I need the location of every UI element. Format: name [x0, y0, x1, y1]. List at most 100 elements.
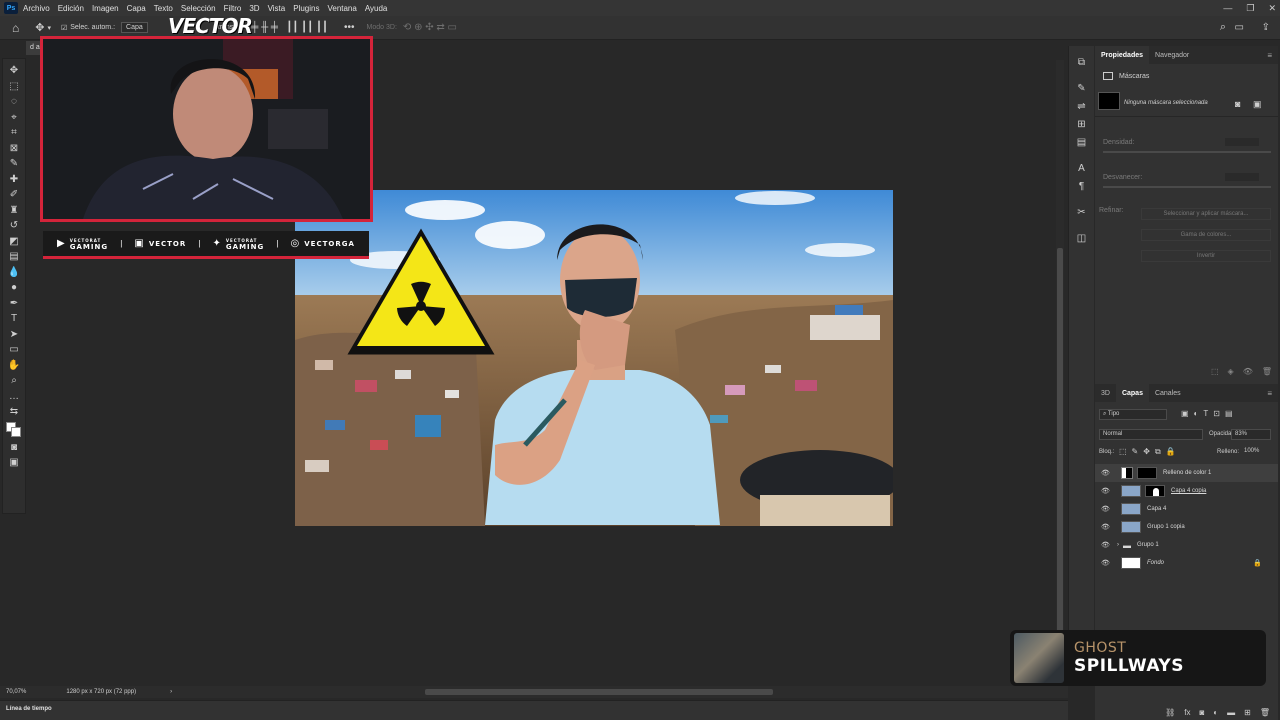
visibility-icon[interactable]: 👁 [1243, 367, 1253, 376]
brush-settings-icon[interactable]: ✎ [1074, 80, 1090, 96]
marquee-tool-icon[interactable]: ⬚ [6, 79, 22, 95]
opacity-input[interactable]: 83% [1231, 429, 1271, 440]
hand-tool-icon[interactable]: ✋ [6, 358, 22, 374]
density-input[interactable] [1225, 138, 1259, 146]
layer-row[interactable]: 👁 Grupo 1 copia [1095, 518, 1278, 536]
menu-imagen[interactable]: Imagen [92, 4, 119, 13]
adjustment-layer-icon[interactable]: ◐ [1213, 708, 1218, 717]
menu-vista[interactable]: Vista [268, 4, 286, 13]
paragraph-panel-icon[interactable]: ¶ [1074, 178, 1090, 194]
blend-mode-dropdown[interactable]: Normal [1099, 429, 1203, 440]
eye-icon[interactable]: 👁 [1101, 505, 1111, 513]
feather-input[interactable] [1225, 173, 1259, 181]
frame-tool-icon[interactable]: ⊠ [6, 141, 22, 157]
menu-ayuda[interactable]: Ayuda [365, 4, 388, 13]
more-options-icon[interactable]: ••• [344, 22, 355, 33]
dodge-tool-icon[interactable]: ● [6, 280, 22, 296]
menu-filtro[interactable]: Filtro [224, 4, 242, 13]
eye-icon[interactable]: 👁 [1101, 559, 1111, 567]
menu-archivo[interactable]: Archivo [23, 4, 50, 13]
tab-capas[interactable]: Capas [1115, 384, 1149, 402]
adjustments-icon[interactable]: ⇌ [1074, 98, 1090, 114]
blur-tool-icon[interactable]: 💧 [6, 265, 22, 281]
menu-capa[interactable]: Capa [127, 4, 146, 13]
auto-select-target-dropdown[interactable]: Capa [121, 22, 148, 33]
color-range-button[interactable]: Gama de colores... [1141, 229, 1271, 241]
horizontal-scrollbar[interactable] [425, 689, 773, 695]
panel-menu-icon[interactable]: ≡ [1267, 51, 1278, 60]
pen-tool-icon[interactable]: ✒ [6, 296, 22, 312]
document-image[interactable] [295, 190, 893, 526]
character-panel-icon[interactable]: A [1074, 160, 1090, 176]
feather-slider[interactable] [1103, 186, 1271, 188]
apply-mask-icon[interactable]: ◈ [1228, 367, 1234, 376]
tab-canales[interactable]: Canales [1149, 384, 1187, 402]
menu-seleccion[interactable]: Selección [181, 4, 216, 13]
mask-thumbnail[interactable] [1098, 92, 1120, 110]
clone-source-icon[interactable]: ⊞ [1074, 116, 1090, 132]
path-select-tool-icon[interactable]: ➤ [6, 327, 22, 343]
history-brush-icon[interactable]: ↺ [6, 218, 22, 234]
layer-filter-dropdown[interactable]: ⌕ Tipo [1099, 409, 1167, 420]
vertical-scroll-thumb[interactable] [1057, 248, 1063, 682]
shape-tool-icon[interactable]: ▭ [6, 342, 22, 358]
timeline-label[interactable]: Línea de tiempo [6, 706, 52, 712]
layer-row[interactable]: 👁 Fondo 🔒 [1095, 554, 1278, 572]
load-selection-icon[interactable]: ⬚ [1211, 367, 1219, 376]
healing-brush-icon[interactable]: ✚ [6, 172, 22, 188]
fx-icon[interactable]: fx [1184, 708, 1190, 717]
vector-mask-icon[interactable]: ▣ [1253, 99, 1262, 110]
pixel-mask-icon[interactable]: ◙ [1235, 99, 1240, 109]
layer-row[interactable]: 👁 Relleno de color 1 [1095, 464, 1278, 482]
eraser-tool-icon[interactable]: ◩ [6, 234, 22, 250]
menu-ventana[interactable]: Ventana [327, 4, 356, 13]
tools-panel-icon[interactable]: ✂ [1074, 204, 1090, 220]
trash-icon[interactable]: 🗑 [1260, 708, 1270, 717]
quick-mask-icon[interactable]: ◙ [6, 440, 22, 456]
3d-tools-icons[interactable]: ⟲ ⊕ ✣ ⇄ ▭ [403, 22, 457, 33]
crop-tool-icon[interactable]: ⌗ [6, 125, 22, 141]
fill-input[interactable]: 100% [1241, 447, 1271, 458]
eye-icon[interactable]: 👁 [1101, 523, 1111, 531]
history-panel-icon[interactable]: ⧉ [1074, 54, 1090, 70]
screen-mode-icon[interactable]: ▣ [6, 455, 22, 471]
stamp-tool-icon[interactable]: ♜ [6, 203, 22, 219]
gradient-tool-icon[interactable]: ▤ [6, 249, 22, 265]
share-icon[interactable]: ⇪ [1262, 22, 1270, 33]
add-mask-icon[interactable]: ◙ [1199, 708, 1204, 717]
invert-button[interactable]: Invertir [1141, 250, 1271, 262]
layer-row[interactable]: 👁 Capa 4 [1095, 500, 1278, 518]
eyedropper-tool-icon[interactable]: ✎ [6, 156, 22, 172]
brush-tool-icon[interactable]: ✐ [6, 187, 22, 203]
zoom-tool-icon[interactable]: ⌕ [6, 373, 22, 389]
quick-select-tool-icon[interactable]: ⌖ [6, 110, 22, 126]
layer-filter-icons[interactable]: ▣◐T⊡▤ [1181, 409, 1238, 418]
eye-icon[interactable]: 👁 [1101, 469, 1111, 477]
tab-3d[interactable]: 3D [1095, 384, 1116, 402]
density-slider[interactable] [1103, 151, 1271, 153]
align-icons[interactable]: ╪ ╫ ╪ ┃┃ ┃┃ ┃┃ [251, 22, 328, 33]
trash-icon[interactable]: 🗑 [1262, 367, 1272, 376]
move-tool-icon[interactable]: ✥ [35, 21, 44, 34]
menu-3d[interactable]: 3D [249, 4, 259, 13]
panel-menu-icon[interactable]: ≡ [1267, 389, 1278, 398]
eye-icon[interactable]: 👁 [1101, 487, 1111, 495]
more-tools-icon[interactable]: … [6, 389, 22, 405]
eye-icon[interactable]: 👁 [1101, 541, 1111, 549]
tab-navegador[interactable]: Navegador [1149, 46, 1195, 64]
search-icon[interactable]: ⌕ [1220, 21, 1226, 34]
lock-icons[interactable]: ⬚✎✥⧉🔒 [1119, 447, 1181, 457]
chevron-right-icon[interactable]: › [170, 689, 172, 695]
zoom-level[interactable]: 70,07% [6, 689, 26, 695]
link-layers-icon[interactable]: ⛓ [1165, 708, 1175, 717]
move-tool-icon[interactable]: ✥ [6, 63, 22, 79]
menu-texto[interactable]: Texto [154, 4, 173, 13]
chevron-down-icon[interactable]: ▾ [47, 24, 51, 32]
new-layer-icon[interactable]: ⊞ [1244, 708, 1251, 717]
select-and-mask-button[interactable]: Seleccionar y aplicar máscara... [1141, 208, 1271, 220]
swap-colors-icon[interactable]: ⇆ [6, 404, 22, 420]
auto-select-checkbox[interactable]: ☑ [61, 24, 67, 32]
close-icon[interactable]: ✕ [1268, 3, 1276, 14]
layer-row[interactable]: 👁 › ▬ Grupo 1 [1095, 536, 1278, 554]
libraries-icon[interactable]: ▤ [1074, 134, 1090, 150]
